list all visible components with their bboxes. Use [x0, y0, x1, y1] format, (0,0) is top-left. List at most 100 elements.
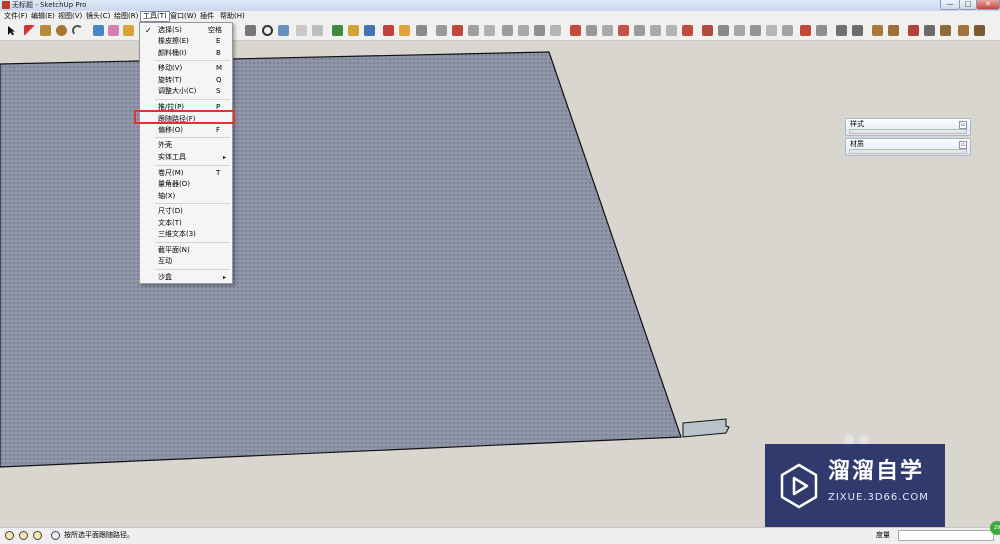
menu-window[interactable]: 窗口(W) — [168, 12, 198, 21]
iso-view-icon[interactable] — [958, 25, 969, 36]
smoove-icon[interactable] — [618, 25, 629, 36]
measurements-input[interactable] — [898, 530, 994, 541]
menu-tools[interactable]: 工具(T) — [140, 11, 170, 22]
tools-menu-item[interactable]: 颜料桶(I) B — [140, 48, 232, 59]
tools-menu-item[interactable]: 文本(T) — [140, 218, 232, 229]
toggle-terrain-icon[interactable] — [348, 25, 359, 36]
drape-icon[interactable] — [650, 25, 661, 36]
tools-menu-item[interactable]: 三维文本(3) — [140, 229, 232, 240]
menu-file[interactable]: 文件(F) — [2, 12, 30, 21]
tools-menu-item[interactable]: ✓ 选择(S) 空格 — [140, 25, 232, 36]
stamp-icon[interactable] — [634, 25, 645, 36]
tools-menu-item-label: 外壳 — [158, 141, 172, 149]
next-view-icon[interactable] — [312, 25, 323, 36]
position-camera-icon[interactable] — [570, 25, 581, 36]
xray-icon[interactable] — [836, 25, 847, 36]
union-icon[interactable] — [734, 25, 745, 36]
hidden-line-icon[interactable] — [888, 25, 899, 36]
pan-tool-icon[interactable] — [245, 25, 256, 36]
menu-plugins[interactable]: 插件 — [198, 12, 216, 21]
tools-menu-item[interactable]: 截平面(N) — [140, 245, 232, 256]
tools-menu-item[interactable]: 偏移(O) F — [140, 125, 232, 136]
zoom-tool-icon[interactable] — [262, 25, 273, 36]
shaded-icon[interactable] — [908, 25, 919, 36]
styles-tray[interactable]: 样式 ▫ — [845, 118, 971, 136]
tools-menu-item-label: 实体工具 — [158, 153, 186, 161]
tray-expand-icon[interactable]: ▫ — [959, 121, 967, 129]
tools-menu-item[interactable]: 外壳 — [140, 140, 232, 151]
menu-edit[interactable]: 编辑(E) — [29, 12, 57, 21]
intersect-icon[interactable] — [718, 25, 729, 36]
tools-menu-item[interactable]: 轴(X) — [140, 191, 232, 202]
pencil-tool-icon[interactable] — [24, 25, 35, 36]
menu-draw[interactable]: 绘图(R) — [112, 12, 140, 21]
interact-icon[interactable] — [800, 25, 811, 36]
sandbox-scratch-icon[interactable] — [602, 25, 613, 36]
axes-tool-icon[interactable] — [436, 25, 447, 36]
trim-icon[interactable] — [766, 25, 777, 36]
circle-tool-icon[interactable] — [56, 25, 67, 36]
tools-menu-item[interactable]: 沙盒 ▸ — [140, 272, 232, 283]
tools-menu-item[interactable]: 橡皮擦(E) E — [140, 36, 232, 47]
back-edges-icon[interactable] — [852, 25, 863, 36]
walk-tool-icon[interactable] — [534, 25, 545, 36]
zoom-extents-icon[interactable] — [278, 25, 289, 36]
tools-menu-item-shortcut: T — [216, 169, 221, 177]
3d-text-tool-icon[interactable] — [502, 25, 513, 36]
checkmark-icon: ✓ — [145, 26, 152, 35]
menu-separator — [155, 203, 230, 204]
make-component-icon[interactable] — [93, 25, 104, 36]
text-tool-icon[interactable] — [484, 25, 495, 36]
sandbox-contours-icon[interactable] — [586, 25, 597, 36]
share-model-icon[interactable] — [383, 25, 394, 36]
monochrome-icon[interactable] — [940, 25, 951, 36]
top-view-icon[interactable] — [974, 25, 985, 36]
add-detail-icon[interactable] — [666, 25, 677, 36]
look-around-icon[interactable] — [550, 25, 561, 36]
arc-tool-icon[interactable] — [72, 25, 83, 36]
user-icon[interactable] — [33, 531, 42, 540]
section-plane-icon[interactable] — [518, 25, 529, 36]
select-tool-icon[interactable] — [6, 25, 17, 36]
shaded-with-textures-icon[interactable] — [924, 25, 935, 36]
tape-measure-icon[interactable] — [123, 25, 134, 36]
menu-separator — [155, 242, 230, 243]
minimize-button[interactable]: — — [940, 0, 960, 10]
tools-menu-item[interactable]: 互动 — [140, 256, 232, 267]
materials-tray-title: 材质 — [850, 140, 864, 148]
tools-menu-item[interactable]: 移动(V) M — [140, 63, 232, 74]
flip-edge-icon[interactable] — [682, 25, 693, 36]
menu-view[interactable]: 视图(V) — [56, 12, 84, 21]
share-component-icon[interactable] — [399, 25, 410, 36]
menu-camera[interactable]: 镜头(C) — [84, 12, 112, 21]
add-location-icon[interactable] — [332, 25, 343, 36]
tools-menu-item[interactable]: 量角器(O) — [140, 179, 232, 190]
previous-view-icon[interactable] — [296, 25, 307, 36]
credits-icon[interactable] — [19, 531, 28, 540]
tools-menu-item[interactable]: 调整大小(C) S — [140, 86, 232, 97]
tools-menu-item[interactable]: 实体工具 ▸ — [140, 152, 232, 163]
outer-shell-icon[interactable] — [702, 25, 713, 36]
tools-menu-item[interactable]: 旋转(T) Q — [140, 75, 232, 86]
tray-expand-icon[interactable]: ▫ — [959, 141, 967, 149]
rectangle-tool-icon[interactable] — [40, 25, 51, 36]
paint-icon[interactable] — [816, 25, 827, 36]
tools-menu-item[interactable]: 尺寸(D) — [140, 206, 232, 217]
wireframe-icon[interactable] — [872, 25, 883, 36]
help-icon[interactable] — [51, 531, 60, 540]
subtract-icon[interactable] — [750, 25, 761, 36]
protractor-tool-icon[interactable] — [468, 25, 479, 36]
tools-menu-item-label: 橡皮擦(E) — [158, 37, 189, 45]
menu-help[interactable]: 帮助(H) — [218, 12, 247, 21]
preview-google-earth-icon[interactable] — [416, 25, 427, 36]
materials-tray[interactable]: 材质 ▫ — [845, 138, 971, 156]
get-models-icon[interactable] — [364, 25, 375, 36]
maximize-button[interactable]: □ — [959, 0, 977, 10]
tools-menu-item-label: 卷尺(M) — [158, 169, 184, 177]
eraser-tool-icon[interactable] — [108, 25, 119, 36]
split-icon[interactable] — [782, 25, 793, 36]
tools-menu-item[interactable]: 卷尺(M) T — [140, 168, 232, 179]
geolocation-icon[interactable] — [5, 531, 14, 540]
dimension-tool-icon[interactable] — [452, 25, 463, 36]
close-button[interactable]: ✕ — [976, 0, 1000, 10]
